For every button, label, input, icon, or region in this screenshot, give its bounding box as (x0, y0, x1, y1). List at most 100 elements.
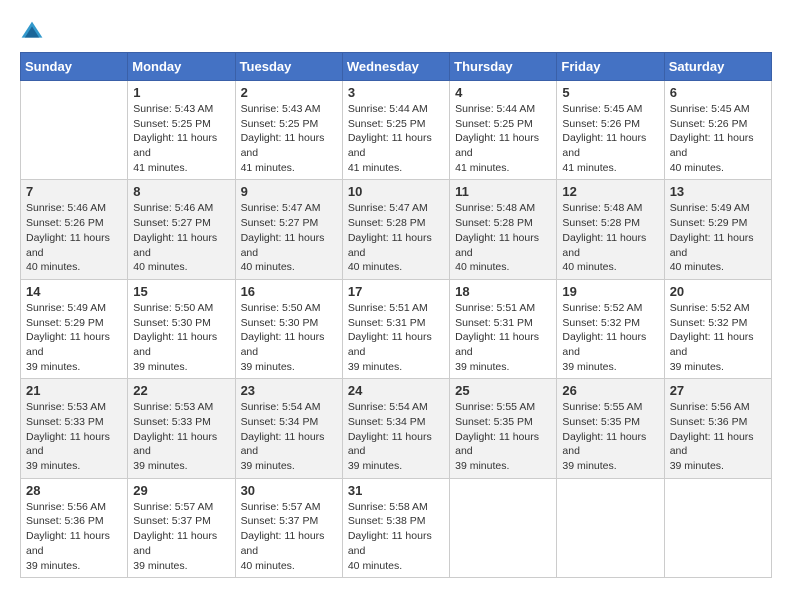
day-info: Sunrise: 5:45 AMSunset: 5:26 PMDaylight:… (670, 102, 766, 175)
day-number: 16 (241, 284, 337, 299)
day-info: Sunrise: 5:46 AMSunset: 5:27 PMDaylight:… (133, 201, 229, 274)
calendar-week-row: 7 Sunrise: 5:46 AMSunset: 5:26 PMDaylight… (21, 180, 772, 279)
day-info: Sunrise: 5:51 AMSunset: 5:31 PMDaylight:… (455, 301, 551, 374)
calendar-cell: 31Sunrise: 5:58 AMSunset: 5:38 PMDayligh… (342, 478, 449, 577)
calendar-cell: 7 Sunrise: 5:46 AMSunset: 5:26 PMDaylight… (21, 180, 128, 279)
day-number: 7 (26, 184, 122, 199)
calendar-cell: 22 Sunrise: 5:53 AMSunset: 5:33 PMDayligh… (128, 379, 235, 478)
day-info: Sunrise: 5:53 AMSunset: 5:33 PMDaylight:… (133, 400, 229, 473)
calendar-week-row: 21 Sunrise: 5:53 AMSunset: 5:33 PMDayligh… (21, 379, 772, 478)
day-info: Sunrise: 5:54 AMSunset: 5:34 PMDaylight:… (348, 400, 444, 473)
day-info: Sunrise: 5:48 AMSunset: 5:28 PMDaylight:… (562, 201, 658, 274)
day-info: Sunrise: 5:47 AMSunset: 5:27 PMDaylight:… (241, 201, 337, 274)
calendar-week-row: 1 Sunrise: 5:43 AMSunset: 5:25 PMDaylight… (21, 81, 772, 180)
day-info: Sunrise: 5:47 AMSunset: 5:28 PMDaylight:… (348, 201, 444, 274)
day-number: 25 (455, 383, 551, 398)
day-number: 1 (133, 85, 229, 100)
day-info: Sunrise: 5:54 AMSunset: 5:34 PMDaylight:… (241, 400, 337, 473)
day-number: 2 (241, 85, 337, 100)
day-info: Sunrise: 5:53 AMSunset: 5:33 PMDaylight:… (26, 400, 122, 473)
calendar-cell: 5 Sunrise: 5:45 AMSunset: 5:26 PMDaylight… (557, 81, 664, 180)
day-number: 12 (562, 184, 658, 199)
day-info: Sunrise: 5:52 AMSunset: 5:32 PMDaylight:… (670, 301, 766, 374)
day-info: Sunrise: 5:43 AMSunset: 5:25 PMDaylight:… (133, 102, 229, 175)
calendar-cell: 23 Sunrise: 5:54 AMSunset: 5:34 PMDayligh… (235, 379, 342, 478)
calendar-cell: 4Sunrise: 5:44 AMSunset: 5:25 PMDaylight… (450, 81, 557, 180)
day-number: 20 (670, 284, 766, 299)
day-info: Sunrise: 5:49 AMSunset: 5:29 PMDaylight:… (26, 301, 122, 374)
day-number: 19 (562, 284, 658, 299)
day-info: Sunrise: 5:55 AMSunset: 5:35 PMDaylight:… (455, 400, 551, 473)
logo (20, 20, 48, 44)
day-number: 29 (133, 483, 229, 498)
day-number: 24 (348, 383, 444, 398)
page-header (20, 20, 772, 44)
calendar-cell: 19 Sunrise: 5:52 AMSunset: 5:32 PMDayligh… (557, 279, 664, 378)
calendar-cell: 18Sunrise: 5:51 AMSunset: 5:31 PMDayligh… (450, 279, 557, 378)
calendar-cell: 10 Sunrise: 5:47 AMSunset: 5:28 PMDayligh… (342, 180, 449, 279)
calendar-cell: 28 Sunrise: 5:56 AMSunset: 5:36 PMDayligh… (21, 478, 128, 577)
calendar-cell: 13Sunrise: 5:49 AMSunset: 5:29 PMDayligh… (664, 180, 771, 279)
day-number: 22 (133, 383, 229, 398)
day-number: 30 (241, 483, 337, 498)
calendar-cell: 27Sunrise: 5:56 AMSunset: 5:36 PMDayligh… (664, 379, 771, 478)
day-number: 27 (670, 383, 766, 398)
logo-icon (20, 20, 44, 44)
day-number: 17 (348, 284, 444, 299)
calendar-cell: 21 Sunrise: 5:53 AMSunset: 5:33 PMDayligh… (21, 379, 128, 478)
calendar-cell: 16 Sunrise: 5:50 AMSunset: 5:30 PMDayligh… (235, 279, 342, 378)
day-number: 31 (348, 483, 444, 498)
calendar-week-row: 28 Sunrise: 5:56 AMSunset: 5:36 PMDayligh… (21, 478, 772, 577)
day-info: Sunrise: 5:51 AMSunset: 5:31 PMDaylight:… (348, 301, 444, 374)
calendar-cell: 14 Sunrise: 5:49 AMSunset: 5:29 PMDayligh… (21, 279, 128, 378)
day-info: Sunrise: 5:44 AMSunset: 5:25 PMDaylight:… (348, 102, 444, 175)
calendar-table: SundayMondayTuesdayWednesdayThursdayFrid… (20, 52, 772, 578)
day-info: Sunrise: 5:44 AMSunset: 5:25 PMDaylight:… (455, 102, 551, 175)
day-number: 26 (562, 383, 658, 398)
weekday-header-sunday: Sunday (21, 53, 128, 81)
day-number: 10 (348, 184, 444, 199)
day-number: 14 (26, 284, 122, 299)
day-info: Sunrise: 5:52 AMSunset: 5:32 PMDaylight:… (562, 301, 658, 374)
calendar-cell (450, 478, 557, 577)
calendar-cell: 15 Sunrise: 5:50 AMSunset: 5:30 PMDayligh… (128, 279, 235, 378)
day-info: Sunrise: 5:50 AMSunset: 5:30 PMDaylight:… (133, 301, 229, 374)
day-info: Sunrise: 5:56 AMSunset: 5:36 PMDaylight:… (26, 500, 122, 573)
day-info: Sunrise: 5:45 AMSunset: 5:26 PMDaylight:… (562, 102, 658, 175)
calendar-cell: 9 Sunrise: 5:47 AMSunset: 5:27 PMDaylight… (235, 180, 342, 279)
calendar-cell: 3 Sunrise: 5:44 AMSunset: 5:25 PMDaylight… (342, 81, 449, 180)
day-info: Sunrise: 5:50 AMSunset: 5:30 PMDaylight:… (241, 301, 337, 374)
day-info: Sunrise: 5:57 AMSunset: 5:37 PMDaylight:… (133, 500, 229, 573)
weekday-header-monday: Monday (128, 53, 235, 81)
day-number: 5 (562, 85, 658, 100)
day-info: Sunrise: 5:49 AMSunset: 5:29 PMDaylight:… (670, 201, 766, 274)
weekday-header-friday: Friday (557, 53, 664, 81)
calendar-cell: 25 Sunrise: 5:55 AMSunset: 5:35 PMDayligh… (450, 379, 557, 478)
day-number: 23 (241, 383, 337, 398)
weekday-header-wednesday: Wednesday (342, 53, 449, 81)
weekday-header-saturday: Saturday (664, 53, 771, 81)
calendar-cell (664, 478, 771, 577)
day-info: Sunrise: 5:46 AMSunset: 5:26 PMDaylight:… (26, 201, 122, 274)
calendar-header-row: SundayMondayTuesdayWednesdayThursdayFrid… (21, 53, 772, 81)
calendar-cell: 8 Sunrise: 5:46 AMSunset: 5:27 PMDaylight… (128, 180, 235, 279)
day-number: 3 (348, 85, 444, 100)
day-number: 15 (133, 284, 229, 299)
calendar-cell: 2 Sunrise: 5:43 AMSunset: 5:25 PMDaylight… (235, 81, 342, 180)
day-number: 28 (26, 483, 122, 498)
day-number: 11 (455, 184, 551, 199)
calendar-cell: 11 Sunrise: 5:48 AMSunset: 5:28 PMDayligh… (450, 180, 557, 279)
day-number: 8 (133, 184, 229, 199)
day-number: 21 (26, 383, 122, 398)
calendar-cell: 12 Sunrise: 5:48 AMSunset: 5:28 PMDayligh… (557, 180, 664, 279)
calendar-week-row: 14 Sunrise: 5:49 AMSunset: 5:29 PMDayligh… (21, 279, 772, 378)
day-number: 9 (241, 184, 337, 199)
day-info: Sunrise: 5:48 AMSunset: 5:28 PMDaylight:… (455, 201, 551, 274)
day-info: Sunrise: 5:57 AMSunset: 5:37 PMDaylight:… (241, 500, 337, 573)
weekday-header-thursday: Thursday (450, 53, 557, 81)
calendar-cell: 6 Sunrise: 5:45 AMSunset: 5:26 PMDaylight… (664, 81, 771, 180)
day-number: 6 (670, 85, 766, 100)
day-info: Sunrise: 5:55 AMSunset: 5:35 PMDaylight:… (562, 400, 658, 473)
day-info: Sunrise: 5:43 AMSunset: 5:25 PMDaylight:… (241, 102, 337, 175)
calendar-cell: 29 Sunrise: 5:57 AMSunset: 5:37 PMDayligh… (128, 478, 235, 577)
